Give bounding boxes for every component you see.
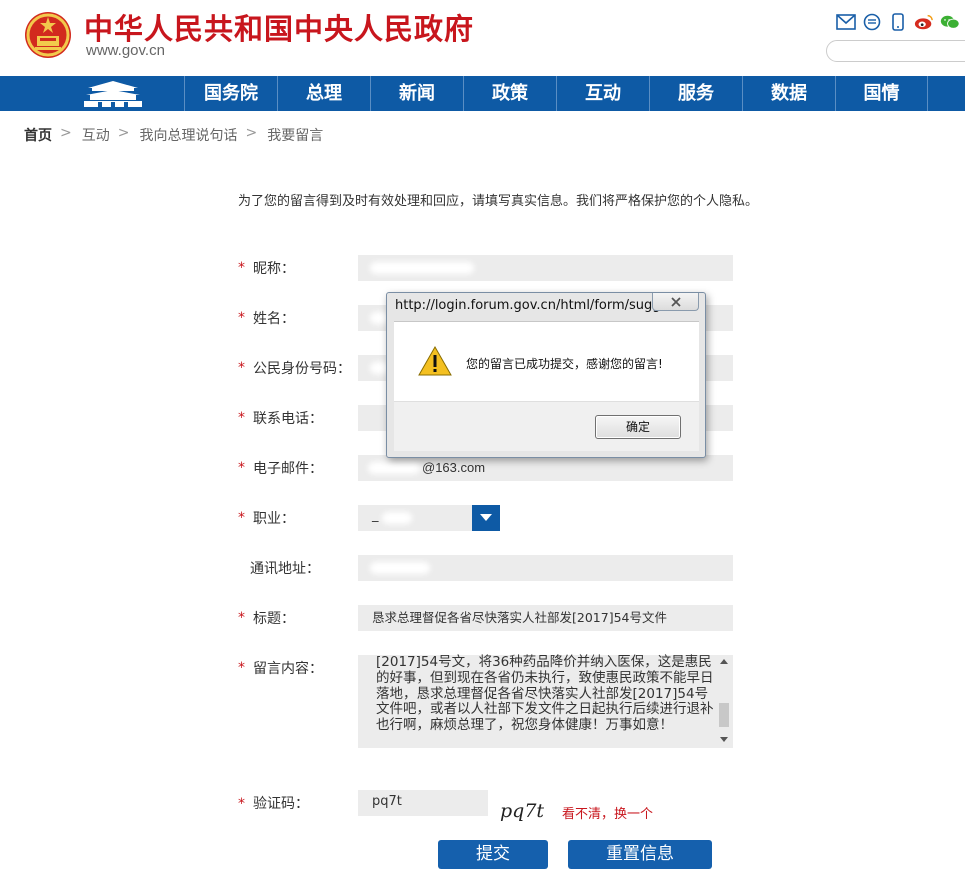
redacted-value bbox=[370, 562, 430, 574]
breadcrumb: 首页 > 互动 > 我向总理说句话 > 我要留言 bbox=[24, 125, 323, 145]
scroll-down-icon[interactable] bbox=[720, 737, 728, 742]
nav-item-policy[interactable]: 政策 bbox=[463, 76, 556, 111]
address-field[interactable] bbox=[358, 555, 733, 581]
captcha-input[interactable]: pq7t bbox=[358, 790, 488, 816]
required-mark: * bbox=[238, 260, 245, 276]
submit-button[interactable]: 提交 bbox=[438, 840, 548, 869]
breadcrumb-separator: > bbox=[245, 125, 258, 141]
dialog-title: http://login.forum.gov.cn/html/form/sugg… bbox=[395, 298, 673, 313]
nav-items: 国务院 总理 新闻 政策 互动 服务 数据 国情 bbox=[184, 76, 928, 111]
email-field[interactable]: @163.com bbox=[358, 455, 733, 481]
content-text: [2017]54号文，将36种药品降价并纳入医保，这是惠民的好事，但到现在各省仍… bbox=[376, 654, 714, 734]
occupation-label: 职业： bbox=[253, 511, 295, 527]
required-mark: * bbox=[238, 310, 245, 326]
required-mark: * bbox=[238, 610, 245, 626]
redacted-value bbox=[382, 512, 412, 524]
dialog-message: 您的留言已成功提交，感谢您的留言! bbox=[466, 357, 663, 371]
warning-icon bbox=[418, 346, 452, 376]
breadcrumb-talk-to-premier[interactable]: 我向总理说句话 bbox=[139, 125, 237, 145]
required-mark: * bbox=[238, 460, 245, 476]
captcha-label: 验证码： bbox=[253, 796, 309, 812]
address-label: 通讯地址： bbox=[250, 561, 320, 577]
nickname-label: 昵称： bbox=[253, 261, 295, 277]
id-number-label: 公民身份号码： bbox=[253, 361, 351, 377]
subject-label: 标题： bbox=[253, 611, 295, 627]
captcha-refresh-link[interactable]: 看不清，换一个 bbox=[562, 803, 653, 822]
nav-item-services[interactable]: 服务 bbox=[649, 76, 742, 111]
close-icon[interactable] bbox=[652, 293, 699, 311]
dialog-body: 您的留言已成功提交，感谢您的留言! bbox=[394, 321, 699, 401]
breadcrumb-separator: > bbox=[117, 125, 130, 141]
required-mark: * bbox=[238, 660, 245, 676]
nav-item-premier[interactable]: 总理 bbox=[277, 76, 370, 111]
required-mark: * bbox=[238, 510, 245, 526]
scroll-thumb[interactable] bbox=[719, 703, 729, 727]
site-url[interactable]: www.gov.cn bbox=[86, 42, 165, 59]
required-mark: * bbox=[238, 360, 245, 376]
search-input[interactable] bbox=[826, 40, 965, 62]
nav-item-news[interactable]: 新闻 bbox=[370, 76, 463, 111]
nav-item-state-council[interactable]: 国务院 bbox=[184, 76, 277, 111]
breadcrumb-separator: > bbox=[60, 125, 72, 141]
chevron-down-icon[interactable] bbox=[472, 505, 500, 531]
email-value: @163.com bbox=[422, 460, 486, 475]
required-mark: * bbox=[238, 796, 245, 812]
breadcrumb-leave-message: 我要留言 bbox=[267, 128, 324, 144]
site-header: 中华人民共和国中央人民政府 www.gov.cn bbox=[0, 0, 965, 76]
subject-field[interactable]: 恳求总理督促各省尽快落实人社部发[2017]54号文件 bbox=[358, 605, 733, 631]
weibo-icon[interactable] bbox=[914, 12, 934, 32]
national-emblem-icon[interactable] bbox=[24, 10, 72, 60]
name-label: 姓名： bbox=[253, 311, 295, 327]
mail-icon[interactable] bbox=[836, 12, 856, 32]
header-icon-bar bbox=[836, 12, 960, 32]
message-icon[interactable] bbox=[862, 12, 882, 32]
occupation-select[interactable]: _ bbox=[358, 505, 500, 531]
textarea-scrollbar[interactable] bbox=[717, 655, 731, 748]
nickname-field[interactable] bbox=[358, 255, 733, 281]
content-label: 留言内容： bbox=[253, 661, 323, 677]
content-textarea[interactable]: [2017]54号文，将36种药品降价并纳入医保，这是惠民的好事，但到现在各省仍… bbox=[358, 654, 733, 748]
tiananmen-icon[interactable] bbox=[82, 78, 144, 109]
redacted-value bbox=[370, 262, 474, 274]
scroll-up-icon[interactable] bbox=[720, 659, 728, 664]
required-mark: * bbox=[238, 410, 245, 426]
email-label: 电子邮件： bbox=[253, 461, 323, 477]
ok-button[interactable]: 确定 bbox=[595, 415, 681, 439]
nav-item-national-info[interactable]: 国情 bbox=[835, 76, 928, 111]
wechat-icon[interactable] bbox=[940, 12, 960, 32]
reset-button[interactable]: 重置信息 bbox=[568, 840, 712, 869]
phone-icon[interactable] bbox=[888, 12, 908, 32]
alert-dialog: http://login.forum.gov.cn/html/form/sugg… bbox=[386, 292, 706, 458]
breadcrumb-home[interactable]: 首页 bbox=[24, 125, 52, 145]
nav-item-data[interactable]: 数据 bbox=[742, 76, 835, 111]
nav-item-interaction[interactable]: 互动 bbox=[556, 76, 649, 111]
main-nav: 国务院 总理 新闻 政策 互动 服务 数据 国情 bbox=[0, 76, 965, 111]
redacted-value bbox=[368, 462, 420, 474]
dialog-footer: 确定 bbox=[394, 401, 699, 451]
occupation-value: _ bbox=[372, 508, 379, 523]
captcha-image: pq7t bbox=[500, 800, 545, 822]
breadcrumb-interaction[interactable]: 互动 bbox=[82, 125, 110, 145]
phone-label: 联系电话： bbox=[253, 411, 323, 427]
privacy-notice: 为了您的留言得到及时有效处理和回应，请填写真实信息。我们将严格保护您的个人隐私。 bbox=[238, 194, 759, 209]
